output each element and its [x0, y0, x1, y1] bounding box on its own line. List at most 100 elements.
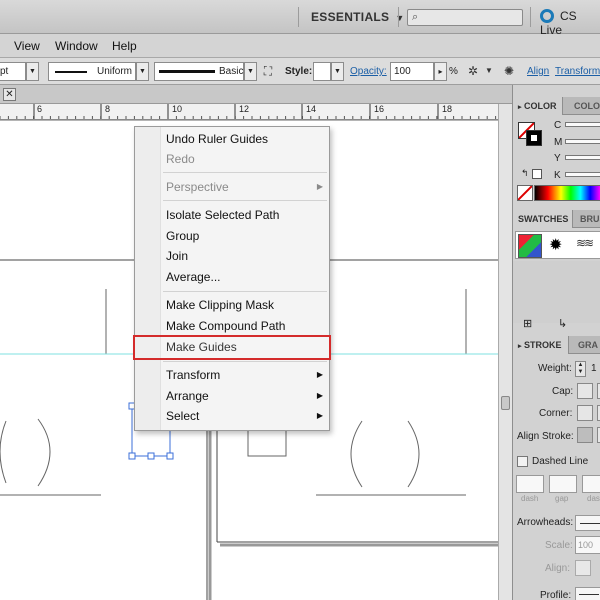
- court-arc: [350, 420, 363, 488]
- workspace-switcher[interactable]: ESSENTIALS ▼: [311, 10, 405, 24]
- stroke-weight-field[interactable]: pt: [0, 62, 26, 81]
- color-spectrum[interactable]: [534, 185, 600, 201]
- butt-cap-button[interactable]: [577, 383, 593, 399]
- variable-width-profile[interactable]: Uniform: [48, 62, 136, 81]
- menu-item-transform[interactable]: Transform ▶: [162, 365, 327, 385]
- graphic-style-swatch[interactable]: [313, 62, 331, 81]
- swap-arrow-icon[interactable]: ↰: [521, 168, 529, 179]
- tab-label: COLOR: [524, 101, 557, 111]
- chevron-down-icon[interactable]: ▼: [482, 64, 496, 78]
- opacity-link[interactable]: Opacity:: [350, 66, 387, 77]
- menu-item-make-clipping-mask[interactable]: Make Clipping Mask: [162, 295, 327, 315]
- brush-dropdown[interactable]: ▼: [244, 62, 257, 81]
- separator: [530, 7, 531, 27]
- control-bar: pt ▼ Uniform ▼ Basic ▼ ⛶ Style: ▼ Opacit…: [0, 58, 600, 85]
- panel-dock: ▸ COLOR COLO C M Y ↰ K SWATCHES BRUS ✹ ≋…: [512, 85, 600, 600]
- menu-window[interactable]: Window: [55, 39, 98, 53]
- opacity-value: 100: [394, 66, 411, 77]
- style-dropdown[interactable]: ▼: [331, 62, 344, 81]
- tab-gradient[interactable]: GRA: [573, 336, 600, 354]
- stroke-weight-dropdown[interactable]: ▼: [26, 62, 39, 81]
- black-slider[interactable]: [565, 172, 600, 177]
- profile-select[interactable]: [575, 587, 600, 600]
- recolor-artwork-icon[interactable]: ✲: [466, 64, 480, 78]
- cyan-slider[interactable]: [565, 122, 600, 127]
- weight-stepper[interactable]: ▲ ▼: [575, 361, 586, 377]
- swatch-rubiks-cube[interactable]: [518, 234, 542, 258]
- swatch-library-icon[interactable]: ⊞: [523, 317, 532, 330]
- align-center-button[interactable]: [577, 427, 593, 443]
- context-menu: Undo Ruler Guides Redo Perspective ▶ Isol…: [133, 126, 331, 431]
- menu-help[interactable]: Help: [112, 39, 137, 53]
- none-icon: [517, 185, 533, 201]
- tab-color[interactable]: ▸ COLOR: [513, 97, 563, 115]
- close-icon[interactable]: ✕: [3, 88, 16, 101]
- profile-dropdown[interactable]: ▼: [136, 62, 149, 81]
- gap-caption: gap: [555, 494, 569, 503]
- menu-item-undo-ruler-guides[interactable]: Undo Ruler Guides: [162, 129, 327, 149]
- court-arc: [407, 420, 420, 488]
- dash-caption: dash: [587, 494, 600, 503]
- swatch-pattern[interactable]: ≋≋: [576, 236, 594, 250]
- selection-handle[interactable]: [128, 452, 136, 460]
- menu-item-join[interactable]: Join: [162, 246, 327, 266]
- magenta-slider[interactable]: [565, 139, 600, 144]
- menu-item-isolate-selected-path[interactable]: Isolate Selected Path: [162, 205, 327, 225]
- corner-label: Corner:: [539, 408, 573, 419]
- menu-view[interactable]: View: [14, 39, 40, 53]
- dash-input[interactable]: [516, 475, 544, 493]
- menu-item-select[interactable]: Select ▶: [162, 406, 327, 426]
- separator: [298, 7, 299, 27]
- gear-icon[interactable]: ✺: [502, 64, 516, 78]
- search-icon: ⌕: [412, 11, 419, 23]
- gap-input[interactable]: [549, 475, 577, 493]
- menu-item-label: Average...: [166, 270, 221, 284]
- vertical-scrollbar[interactable]: [498, 104, 512, 600]
- channel-label: M: [554, 137, 563, 148]
- yellow-slider[interactable]: [565, 155, 600, 160]
- tab-label: STROKE: [524, 340, 562, 350]
- align-link[interactable]: Align: [527, 66, 549, 77]
- menu-divider: [163, 361, 327, 362]
- application-bar: ESSENTIALS ▼ ⌕ CS Live: [0, 0, 600, 37]
- scrollbar-thumb[interactable]: [501, 396, 510, 410]
- tab-swatches[interactable]: SWATCHES: [513, 210, 573, 228]
- align-stroke-label: Align Stroke:: [517, 431, 574, 442]
- swatches-panel-tabs: SWATCHES BRUS: [513, 210, 600, 228]
- stroke-options-icon[interactable]: ⛶: [261, 64, 275, 78]
- stroke-swatch[interactable]: [526, 130, 542, 146]
- swatch-splatter[interactable]: ✹: [549, 235, 562, 255]
- transform-link[interactable]: Transform: [555, 66, 600, 77]
- tab-stroke[interactable]: ▸ STROKE: [513, 336, 569, 354]
- scale-input[interactable]: 100: [575, 536, 600, 554]
- selection-handle[interactable]: [147, 452, 155, 460]
- menu-item-average[interactable]: Average...: [162, 267, 327, 287]
- menu-item-label: Redo: [166, 152, 195, 166]
- menu-item-arrange[interactable]: Arrange ▶: [162, 386, 327, 406]
- dash-input[interactable]: [582, 475, 600, 493]
- miter-join-button[interactable]: [577, 405, 593, 421]
- arrowheads-label: Arrowheads:: [517, 517, 574, 528]
- scale-value: 100: [578, 540, 594, 550]
- cs-live-button[interactable]: CS Live: [540, 9, 600, 37]
- menu-item-make-compound-path[interactable]: Make Compound Path: [162, 316, 327, 336]
- opacity-slider-toggle[interactable]: ▸: [434, 62, 447, 81]
- menu-gutter: [135, 127, 161, 430]
- default-colors-icon[interactable]: [532, 169, 542, 179]
- style-label: Style:: [285, 66, 313, 77]
- menu-item-group[interactable]: Group: [162, 226, 327, 246]
- search-input[interactable]: ⌕: [407, 9, 523, 26]
- dashed-line-checkbox[interactable]: [517, 456, 528, 467]
- fill-stroke-swatch[interactable]: [518, 122, 542, 146]
- chevron-down-icon: ▼: [395, 13, 405, 23]
- tab-brushes[interactable]: BRUS: [575, 210, 600, 228]
- tab-color-guide[interactable]: COLO: [569, 97, 600, 115]
- place-swatch-icon[interactable]: ↳: [558, 317, 567, 330]
- none-color-icon[interactable]: [517, 185, 533, 201]
- arrowhead-start-select[interactable]: [575, 515, 600, 531]
- brush-definition[interactable]: Basic: [154, 62, 244, 81]
- horizontal-ruler[interactable]: 6 8 10 12 14 16 18: [0, 104, 498, 120]
- selection-handle[interactable]: [166, 452, 174, 460]
- opacity-input[interactable]: 100: [390, 62, 434, 81]
- arrow-align-button[interactable]: [575, 560, 591, 576]
